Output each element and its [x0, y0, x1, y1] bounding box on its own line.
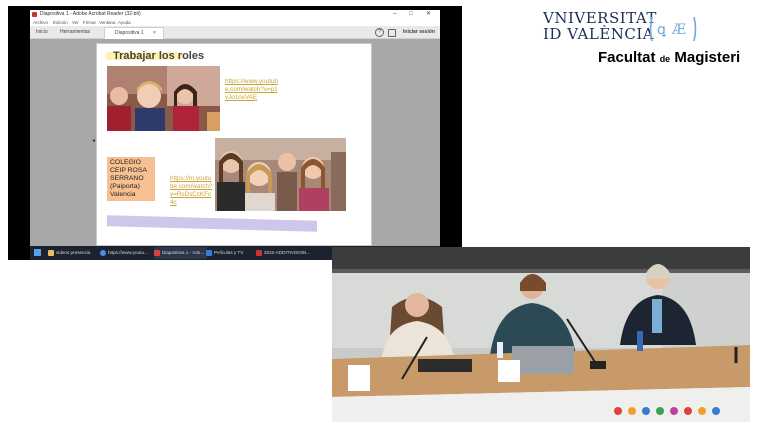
menu-edicion[interactable]: Edición	[53, 19, 68, 26]
taskbar-item-browser[interactable]: https://www.youtu...	[100, 247, 148, 259]
help-icon[interactable]: ?	[375, 28, 384, 37]
expand-panel-icon[interactable]: ◂	[92, 137, 95, 144]
svg-text:ꝗ: ꝗ	[657, 22, 666, 38]
video-thumbnail-2	[215, 138, 346, 211]
faculty-word-1: Facultat	[598, 49, 656, 66]
menu-ventana[interactable]: Ventana	[99, 19, 116, 26]
taskbar-item-acrobat[interactable]: Diapositiva 1 - Ado...	[154, 247, 208, 259]
school-line: CEIP ROSA	[110, 167, 147, 174]
acrobat-icon	[154, 249, 160, 256]
school-line: (Paiporta)	[110, 183, 140, 190]
close-button[interactable]: ✕	[426, 10, 431, 19]
windows-start-icon[interactable]	[34, 249, 41, 256]
school-line: COLEGIO	[110, 159, 141, 166]
video-thumbnail-1	[107, 66, 220, 131]
university-name: VNIVERSITAT ID VALÈNCIA	[543, 10, 657, 42]
bell-icon[interactable]	[388, 29, 396, 37]
taskbar-item-movies[interactable]: Películas y TV	[206, 247, 243, 259]
folder-icon	[48, 249, 54, 256]
document-tab[interactable]: Diapositiva 1 ×	[104, 27, 164, 39]
taskbar-item-label: Diapositiva 1 - Ado...	[162, 250, 205, 255]
faculty-name: Facultat de Magisteri	[598, 49, 740, 66]
minimize-button[interactable]: –	[393, 10, 396, 19]
slide-title: Trabajar los roles	[113, 50, 205, 62]
decorative-bar	[107, 215, 317, 232]
chrome-icon	[100, 249, 106, 256]
youtube-link-1[interactable]: https://www.youtube.com/watch?v=p1vJo1nx…	[225, 78, 279, 102]
taskbar-item-label: 2022-ADDITIVISION...	[264, 250, 311, 255]
children-photo-1	[107, 66, 220, 131]
taskbar-item-label: Películas y TV	[214, 250, 244, 255]
close-tab-icon[interactable]: ×	[153, 27, 156, 39]
school-line: SERRANO	[110, 175, 144, 182]
shared-screen: Diapositiva 1 - Adobe Acrobat Reader (32…	[8, 6, 462, 260]
youtube-link-2[interactable]: https://m.youtube.com/watch?v=RsDsCcKFc4…	[170, 175, 214, 207]
university-seal-icon: ꝗ Æ	[649, 16, 697, 42]
document-tab-label: Diapositiva 1	[115, 30, 144, 36]
university-line-2: ID VALÈNCIA	[543, 25, 655, 43]
taskbar-item-videos[interactable]: videos presencia	[48, 247, 90, 259]
signin-button[interactable]: Iniciar sesión	[403, 26, 435, 38]
menu-ayuda[interactable]: Ayuda	[118, 19, 131, 26]
svg-text:Æ: Æ	[671, 22, 686, 38]
taskbar-item-label: https://www.youtu...	[108, 250, 148, 255]
window-title: Diapositiva 1 - Adobe Acrobat Reader (32…	[40, 11, 141, 17]
window-titlebar: Diapositiva 1 - Adobe Acrobat Reader (32…	[30, 10, 440, 19]
children-photo-2	[215, 138, 346, 211]
school-line: Valencia	[110, 191, 136, 198]
university-line-1: VNIVERSITAT	[543, 9, 657, 27]
app-toolbar: Inicio Herramientas Diapositiva 1 × ? In…	[30, 26, 440, 39]
acrobat-app-icon	[32, 12, 37, 17]
slide-page: Trabajar los roles https://www.youtube.c…	[96, 43, 372, 246]
tab-herramientas[interactable]: Herramientas	[60, 26, 90, 38]
menu-ver[interactable]: Ver	[72, 19, 79, 26]
tab-inicio[interactable]: Inicio	[36, 26, 48, 38]
document-viewport[interactable]: ◂ Trabajar los roles https://www.youtube…	[30, 39, 440, 250]
menu-firmar[interactable]: Firmar	[83, 19, 96, 26]
menu-bar: Archivo Edición Ver Firmar Ventana Ayuda	[30, 19, 440, 26]
menu-archivo[interactable]: Archivo	[33, 19, 48, 26]
pdf-icon	[256, 249, 262, 256]
camera-feed	[332, 247, 750, 422]
movies-icon	[206, 249, 212, 256]
faculty-word-2: Magisteri	[674, 49, 741, 66]
acrobat-window: Diapositiva 1 - Adobe Acrobat Reader (32…	[30, 10, 440, 250]
taskbar-item-pdf[interactable]: 2022-ADDITIVISION...	[256, 247, 310, 259]
taskbar-item-label: videos presencia	[56, 250, 91, 255]
school-info-box: COLEGIO CEIP ROSA SERRANO (Paiporta) Val…	[107, 157, 155, 201]
faculty-word-de: de	[659, 54, 671, 64]
panel-speakers-photo	[332, 247, 750, 422]
maximize-button[interactable]: □	[409, 10, 413, 19]
